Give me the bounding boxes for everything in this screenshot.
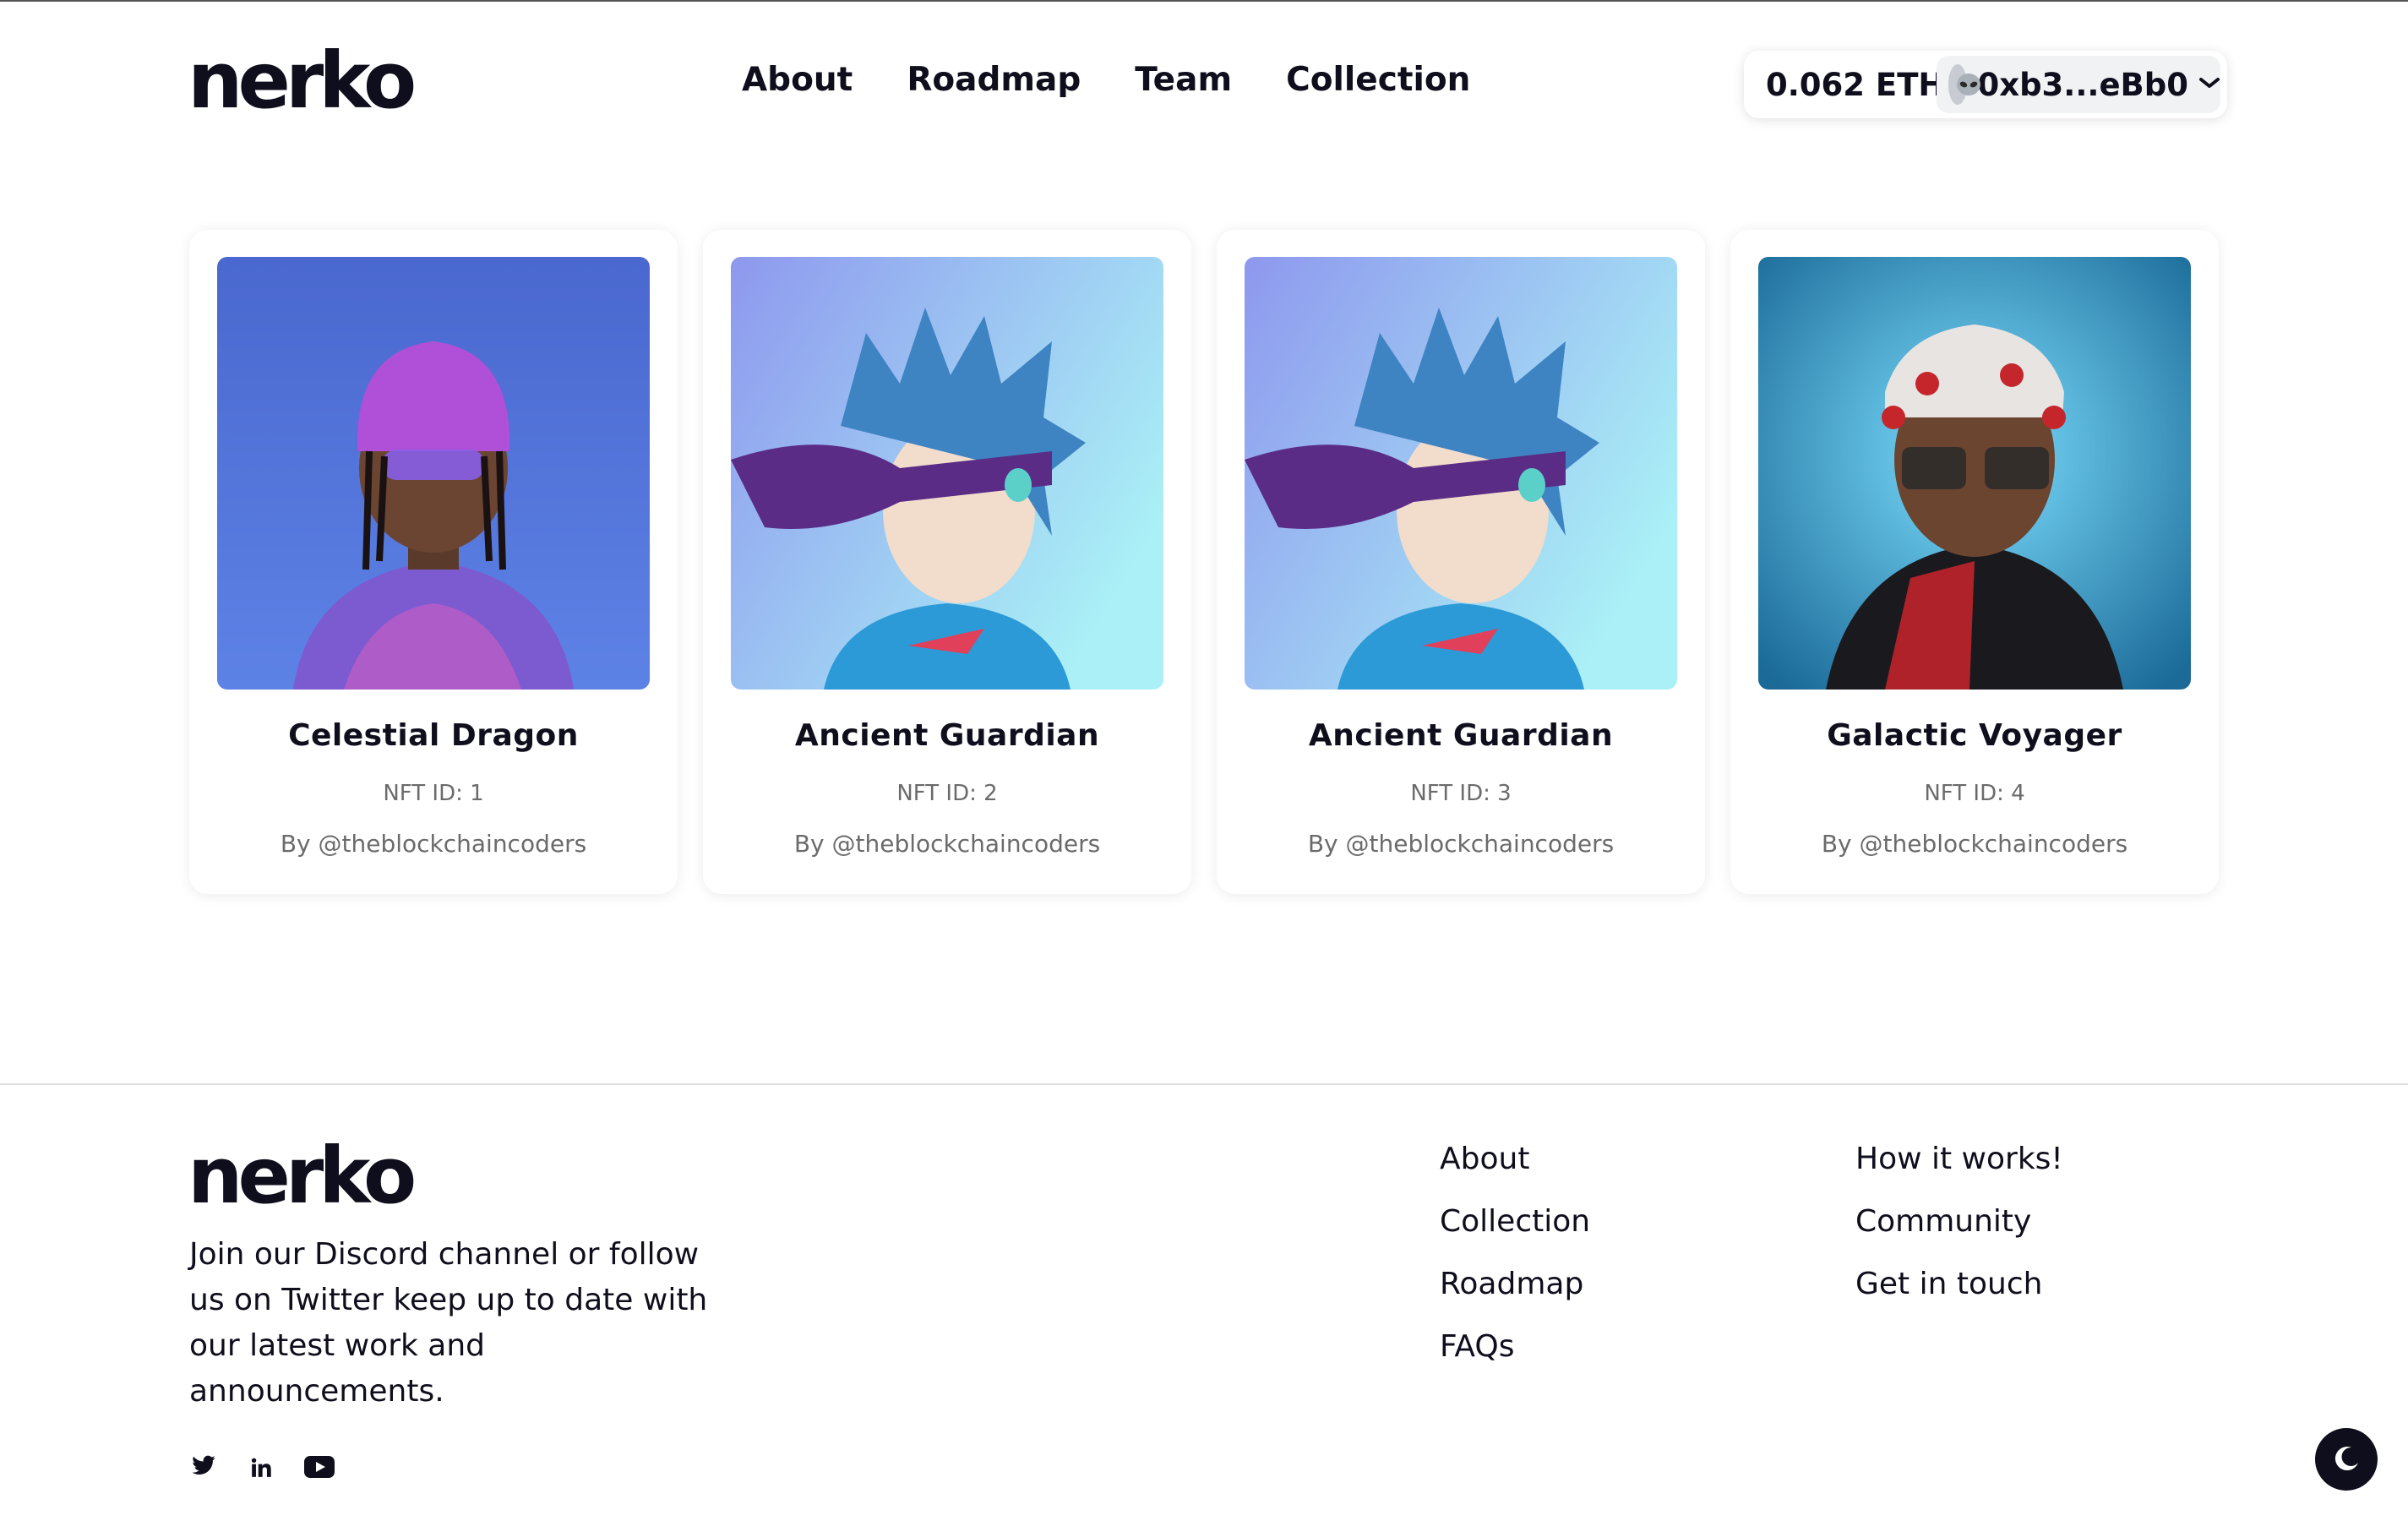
- footer-link-faqs[interactable]: FAQs: [1440, 1330, 1590, 1364]
- nft-card[interactable]: Ancient Guardian NFT ID: 2 By @theblockc…: [703, 230, 1191, 894]
- nft-card[interactable]: Ancient Guardian NFT ID: 3 By @theblockc…: [1217, 230, 1705, 894]
- nft-name: Galactic Voyager: [1827, 718, 2122, 753]
- nft-creator[interactable]: By @theblockchaincoders: [1217, 830, 1705, 858]
- nft-image-ancient-guardian: [1245, 257, 1677, 690]
- account-dropdown-button[interactable]: 0xb3...eBb0: [1937, 56, 2220, 113]
- nft-id: NFT ID: 4: [1924, 781, 2025, 806]
- nft-image-galactic-voyager: [1758, 257, 2191, 690]
- footer-link-community[interactable]: Community: [1855, 1205, 2063, 1239]
- nft-image-ancient-guardian: [731, 257, 1163, 690]
- nav-about[interactable]: About: [742, 61, 853, 99]
- eth-balance: 0.062 ETH: [1766, 66, 1945, 103]
- nerko-logo[interactable]: nerko: [188, 42, 417, 120]
- nft-id: NFT ID: 2: [896, 781, 998, 806]
- nft-creator[interactable]: By @theblockchaincoders: [703, 830, 1191, 858]
- footer-links-col1: About Collection Roadmap FAQs: [1440, 1142, 1590, 1364]
- nft-name: Celestial Dragon: [288, 718, 579, 753]
- nft-name: Ancient Guardian: [1308, 718, 1614, 753]
- linkedin-icon[interactable]: [250, 1457, 272, 1482]
- footer-link-collection[interactable]: Collection: [1440, 1205, 1590, 1239]
- footer-link-get-in-touch[interactable]: Get in touch: [1855, 1268, 2063, 1301]
- footer-link-how-it-works[interactable]: How it works!: [1855, 1142, 2063, 1176]
- footer-description: Join our Discord channel or follow us on…: [189, 1237, 708, 1409]
- nft-creator[interactable]: By @theblockchaincoders: [189, 830, 678, 858]
- footer-links-col2: How it works! Community Get in touch: [1855, 1142, 2063, 1301]
- footer-link-roadmap[interactable]: Roadmap: [1440, 1268, 1590, 1301]
- nft-collection-grid: Celestial Dragon NFT ID: 1 By @theblockc…: [189, 230, 2220, 894]
- nft-creator[interactable]: By @theblockchaincoders: [1730, 830, 2219, 858]
- wallet-address: 0xb3...eBb0: [1977, 66, 2188, 103]
- twitter-icon[interactable]: [191, 1455, 216, 1480]
- theme-toggle-button[interactable]: [2315, 1428, 2378, 1491]
- nft-image-celestial-dragon: [217, 257, 650, 690]
- nav-team[interactable]: Team: [1135, 61, 1232, 99]
- nav-roadmap[interactable]: Roadmap: [907, 61, 1081, 99]
- nft-id: NFT ID: 3: [1410, 781, 1512, 806]
- nft-card[interactable]: Galactic Voyager NFT ID: 4 By @theblockc…: [1730, 230, 2219, 894]
- footer-link-about[interactable]: About: [1440, 1142, 1590, 1176]
- main-nav: About Roadmap Team Collection: [742, 61, 1470, 99]
- footer-divider: [0, 1083, 2408, 1085]
- youtube-icon[interactable]: [304, 1455, 335, 1482]
- alien-icon: [1948, 64, 1980, 105]
- nft-card[interactable]: Celestial Dragon NFT ID: 1 By @theblockc…: [189, 230, 678, 894]
- site-header: nerko About Roadmap Team Collection 0.06…: [0, 0, 2408, 169]
- chevron-down-icon: [2198, 75, 2220, 94]
- moon-icon: [2334, 1447, 2358, 1471]
- wallet-widget: 0.062 ETH 0xb3...eBb0: [1744, 51, 2227, 118]
- footer-logo[interactable]: nerko: [188, 1137, 417, 1215]
- nft-id: NFT ID: 1: [383, 781, 484, 806]
- nav-collection[interactable]: Collection: [1286, 61, 1470, 99]
- nft-name: Ancient Guardian: [794, 718, 1100, 753]
